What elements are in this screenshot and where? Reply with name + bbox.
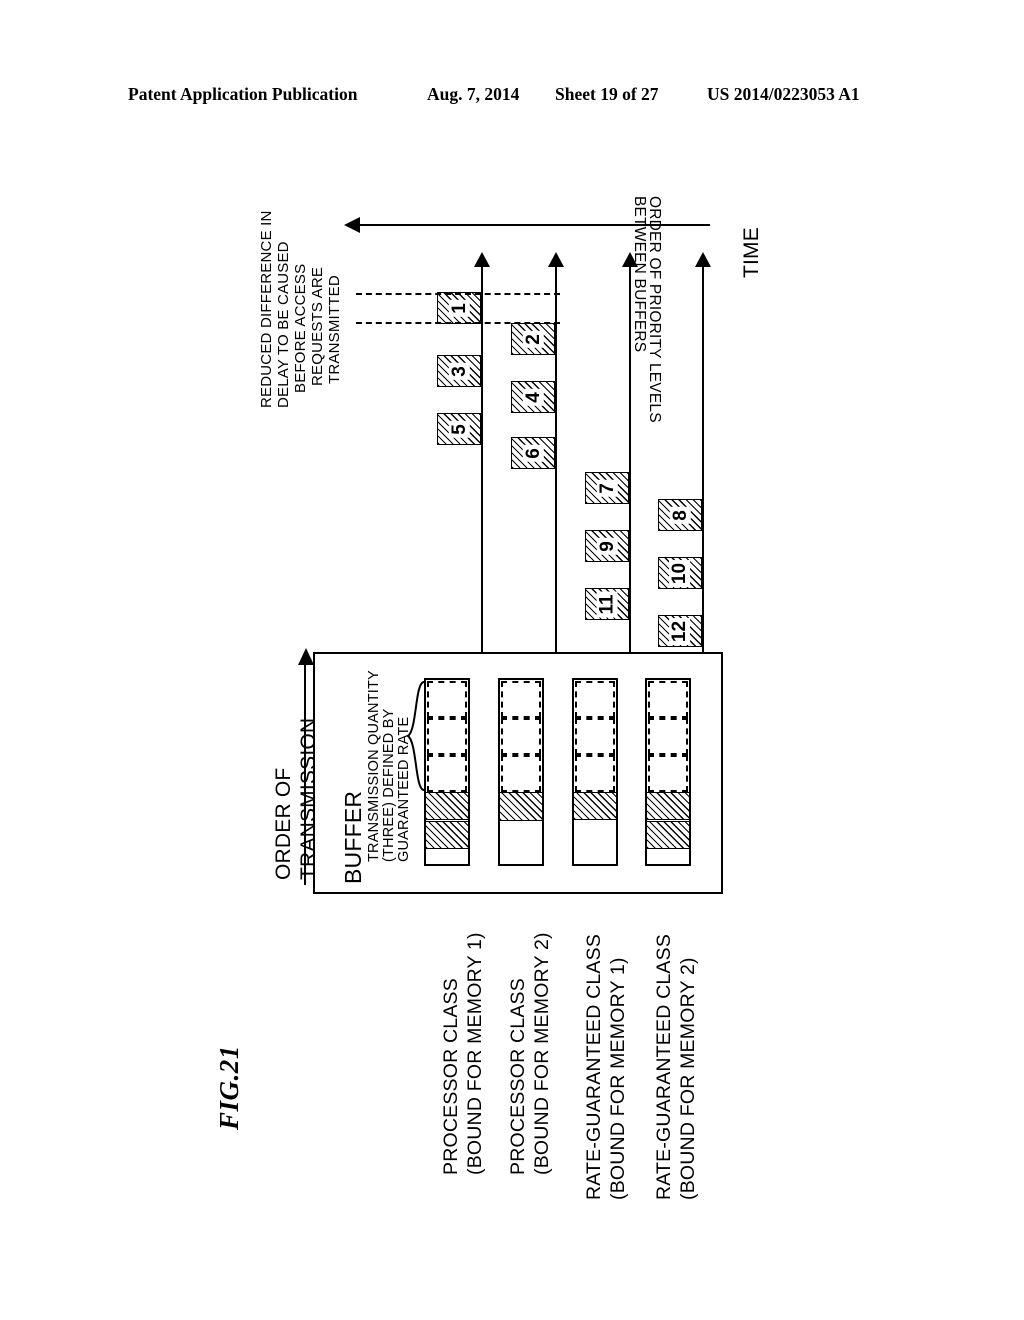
packet-block[interactable]: 1 xyxy=(437,292,481,324)
timeline-arrowhead-1 xyxy=(474,252,490,267)
packet-number: 3 xyxy=(448,362,470,380)
row-label-rate-memory1-line2: (BOUND FOR MEMORY 1) xyxy=(607,957,629,1200)
packet-number: 5 xyxy=(448,420,470,438)
priority-order-line2: BETWEEN BUFFERS xyxy=(631,196,648,353)
buffer-2-hatched-1 xyxy=(499,792,543,821)
time-axis-label: TIME xyxy=(740,227,763,278)
packet-number: 2 xyxy=(522,330,544,348)
buffer-3-slot-2 xyxy=(575,718,615,755)
row-label-rate-memory2-line1: RATE-GUARANTEED CLASS xyxy=(653,933,675,1200)
buffer-4-hatched-1 xyxy=(646,792,690,820)
packet-number: 4 xyxy=(522,388,544,406)
priority-order-arrowhead xyxy=(344,217,360,233)
packet-block[interactable]: 4 xyxy=(511,381,555,413)
row-label-processor-memory1-line2: (BOUND FOR MEMORY 1) xyxy=(464,932,486,1175)
packet-block[interactable]: 11 xyxy=(585,588,629,620)
transmission-quantity-brace xyxy=(406,681,425,791)
buffer-2-slot-1 xyxy=(501,681,541,718)
packet-number: 9 xyxy=(596,537,618,555)
packet-number: 12 xyxy=(669,617,691,645)
packet-block[interactable]: 8 xyxy=(658,499,702,531)
packet-block[interactable]: 10 xyxy=(658,557,702,589)
timeline-axis-2 xyxy=(555,262,557,652)
figure-label: FIG.21 xyxy=(214,1045,244,1130)
timeline-axis-4 xyxy=(702,262,704,652)
row-label-rate-memory1-line1: RATE-GUARANTEED CLASS xyxy=(583,933,605,1200)
buffer-1-hatched-1 xyxy=(425,792,469,820)
row-label-processor-memory2-line2: (BOUND FOR MEMORY 2) xyxy=(531,932,553,1175)
reduced-delay-line5: TRANSMITTED xyxy=(326,275,343,384)
packet-block[interactable]: 3 xyxy=(437,355,481,387)
packet-block[interactable]: 7 xyxy=(585,472,629,504)
packet-block[interactable]: 2 xyxy=(511,323,555,355)
packet-block[interactable]: 6 xyxy=(511,437,555,469)
order-of-transmission-line1: ORDER OF xyxy=(272,767,295,880)
figure-21: FIG.21 PROCESSOR CLASS (BOUND FOR MEMORY… xyxy=(0,0,1024,1320)
timeline-arrowhead-2 xyxy=(548,252,564,267)
reduced-delay-line3: BEFORE ACCESS xyxy=(292,263,309,393)
buffer-1-slot-2 xyxy=(427,718,467,755)
buffer-4-hatched-2 xyxy=(646,821,690,849)
packet-block[interactable]: 5 xyxy=(437,413,481,445)
packet-block[interactable]: 9 xyxy=(585,530,629,562)
buffer-1-slot-1 xyxy=(427,681,467,718)
buffer-1-slot-3 xyxy=(427,755,467,792)
buffer-3-slot-1 xyxy=(575,681,615,718)
buffer-3-slot-3 xyxy=(575,755,615,792)
timeline-arrowhead-4 xyxy=(695,252,711,267)
timeline-axis-1 xyxy=(481,262,483,652)
buffer-2-slot-2 xyxy=(501,718,541,755)
transmission-quantity-line2: (THREE) DEFINED BY xyxy=(381,708,397,862)
packet-number: 8 xyxy=(669,506,691,524)
reduced-delay-line4: REQUESTS ARE xyxy=(309,266,326,386)
buffer-3-hatched-1 xyxy=(573,792,617,820)
row-label-rate-memory2-line2: (BOUND FOR MEMORY 2) xyxy=(677,957,699,1200)
packet-number: 7 xyxy=(596,479,618,497)
row-label-processor-memory2-line1: PROCESSOR CLASS xyxy=(507,978,529,1175)
packet-block[interactable]: 12 xyxy=(658,615,702,647)
buffer-4-slot-1 xyxy=(648,681,688,718)
reduced-delay-line1: REDUCED DIFFERENCE IN xyxy=(258,210,275,408)
packet-number: 10 xyxy=(669,559,691,587)
packet-number: 6 xyxy=(522,444,544,462)
reduced-delay-line2: DELAY TO BE CAUSED xyxy=(275,241,292,408)
row-label-processor-memory1-line1: PROCESSOR CLASS xyxy=(440,978,462,1175)
buffer-4-slot-2 xyxy=(648,718,688,755)
buffer-1-hatched-2 xyxy=(425,821,469,849)
transmission-quantity-line1: TRANSMISSION QUANTITY xyxy=(366,670,382,862)
packet-number: 11 xyxy=(596,590,618,618)
packet-number: 1 xyxy=(448,299,470,317)
buffer-4-slot-3 xyxy=(648,755,688,792)
buffer-title: BUFFER xyxy=(340,790,366,884)
buffer-2-slot-3 xyxy=(501,755,541,792)
order-of-transmission-axis xyxy=(304,660,306,885)
